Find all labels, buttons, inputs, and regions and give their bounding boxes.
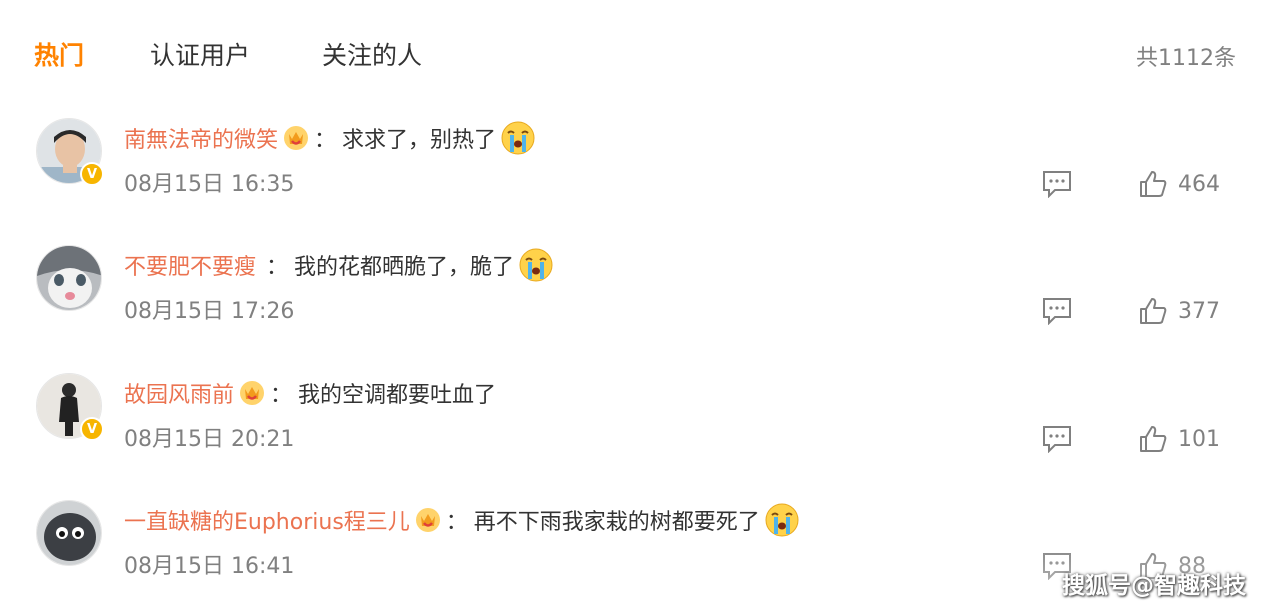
like-count: 101 (1178, 426, 1220, 452)
comment-timestamp: 08月15日 16:41 (124, 554, 295, 579)
tab-verified-users[interactable]: 认证用户 (150, 36, 250, 72)
comment-tabs: 热门 认证用户 关注的人 共1112条 (0, 0, 1274, 100)
comment-icon[interactable] (1042, 170, 1072, 198)
comment-colon: ： (445, 510, 468, 535)
avatar[interactable]: V (36, 373, 104, 441)
avatar[interactable]: V (36, 118, 104, 186)
avatar-image (37, 246, 101, 310)
comment-item: V 南無法帝的微笑 ： 求求了，别热了 08月15日 16:35 464 (0, 118, 1274, 246)
vip-crown-badge-icon (414, 506, 442, 534)
avatar-image (37, 501, 101, 565)
comment-text: 我的花都晒脆了，脆了 (294, 255, 515, 280)
comment-username[interactable]: 一直缺糖的Euphorius程三儿 (124, 504, 410, 536)
verified-v-badge-icon: V (80, 417, 104, 441)
crying-face-emoji-icon (501, 121, 535, 155)
comment-username[interactable]: 不要肥不要瘦 (124, 249, 256, 281)
like-count: 464 (1178, 171, 1220, 197)
thumbs-up-icon (1140, 171, 1167, 197)
comment-icon[interactable] (1042, 425, 1072, 453)
tab-following[interactable]: 关注的人 (322, 36, 422, 72)
crying-face-emoji-icon (519, 248, 553, 282)
crying-face-emoji-icon (765, 503, 799, 537)
comment-text: 求求了，别热了 (342, 128, 497, 153)
vip-crown-badge-icon (282, 124, 310, 152)
comment-text: 我的空调都要吐血了 (298, 383, 497, 408)
thumbs-up-icon (1140, 426, 1167, 452)
like-button[interactable]: 377 (1138, 295, 1220, 327)
comment-username[interactable]: 南無法帝的微笑 (124, 122, 278, 154)
avatar[interactable] (36, 500, 104, 568)
comment-colon: ： (266, 255, 289, 280)
avatar[interactable] (36, 245, 104, 313)
comment-timestamp: 08月15日 16:35 (124, 172, 295, 197)
comment-text: 再不下雨我家栽的树都要死了 (473, 510, 760, 535)
comment-colon: ： (270, 383, 293, 408)
like-button[interactable]: 464 (1138, 168, 1220, 200)
verified-v-badge-icon: V (80, 162, 104, 186)
comment-colon: ： (314, 128, 337, 153)
comment-total-count: 共1112条 (1136, 46, 1236, 71)
comment-timestamp: 08月15日 17:26 (124, 299, 295, 324)
like-count: 377 (1178, 298, 1220, 324)
comment-item: V 故园风雨前 ： 我的空调都要吐血了 08月15日 20:21 101 (0, 373, 1274, 501)
tab-hot[interactable]: 热门 (34, 36, 84, 72)
like-button[interactable]: 101 (1138, 423, 1220, 455)
comment-item: 不要肥不要瘦 ： 我的花都晒脆了，脆了 08月15日 17:26 377 (0, 245, 1274, 373)
watermark: 搜狐号@智趣科技 (1062, 573, 1246, 599)
vip-crown-badge-icon (238, 379, 266, 407)
thumbs-up-icon (1140, 298, 1167, 324)
comment-timestamp: 08月15日 20:21 (124, 427, 295, 452)
comment-username[interactable]: 故园风雨前 (124, 377, 234, 409)
comment-icon[interactable] (1042, 297, 1072, 325)
